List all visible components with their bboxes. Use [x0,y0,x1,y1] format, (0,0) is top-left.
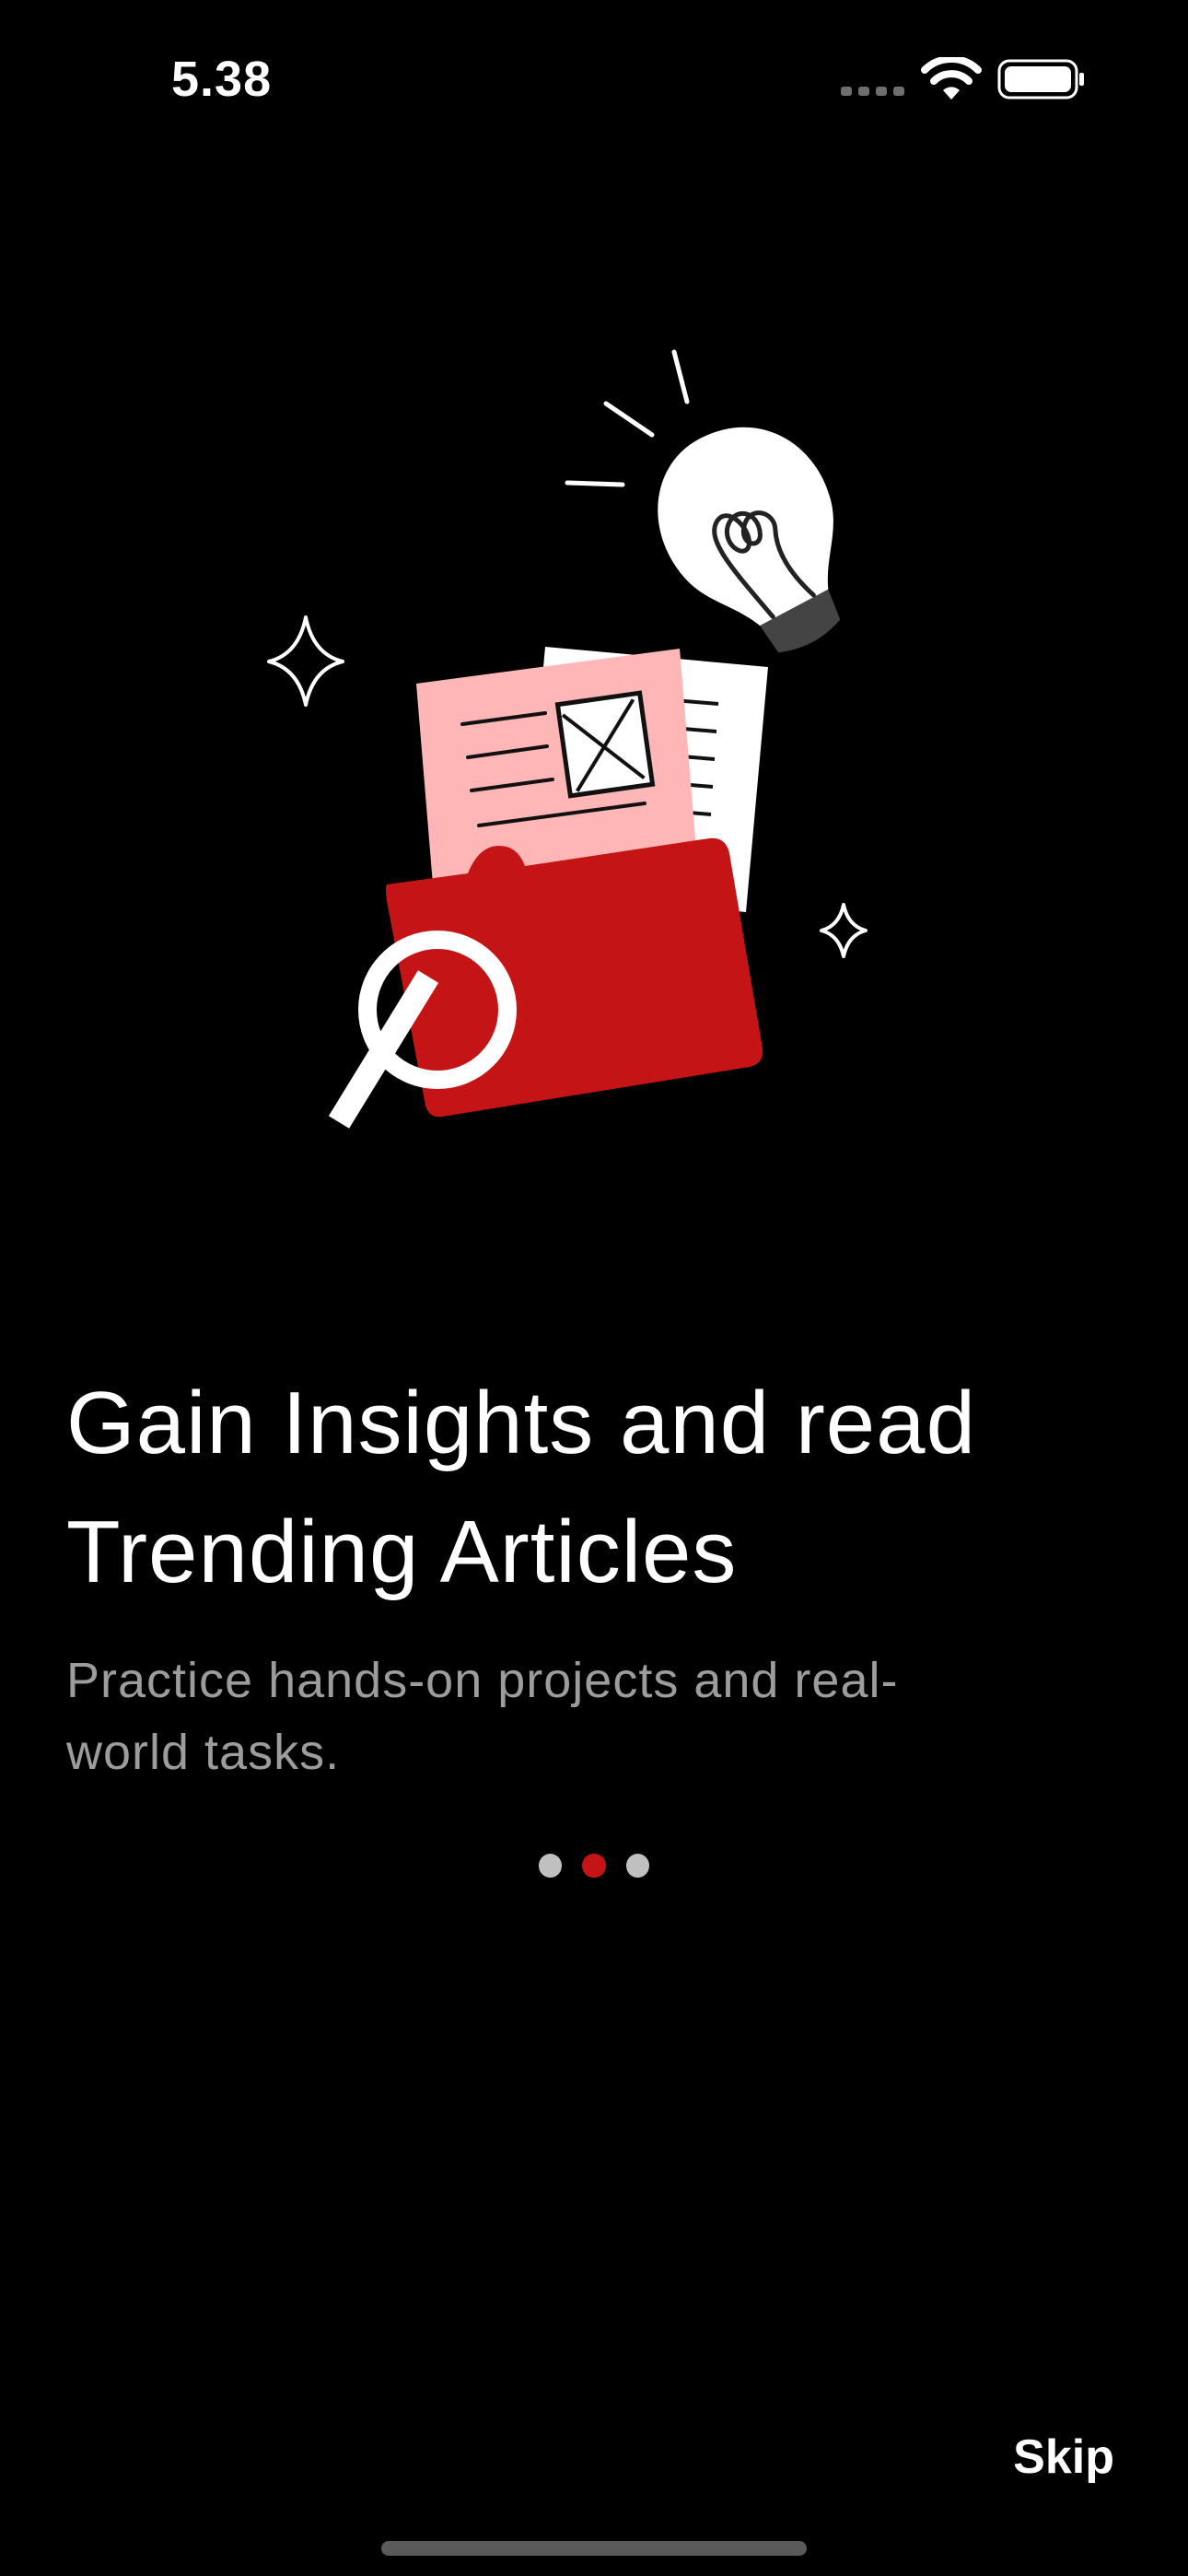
battery-icon [997,59,1084,100]
page-dot-1[interactable] [539,1854,563,1878]
home-indicator[interactable] [381,2541,807,2556]
headline-line-2: Trending Articles [66,1503,738,1601]
sparkle-icon [267,615,344,707]
status-time: 5.38 [171,52,273,107]
status-bar: 5.38 [0,0,1188,166]
subtitle-line-1: Practice hands-on projects and real- [66,1653,899,1708]
lightbulb-icon [658,427,841,653]
subtitle-line-2: world tasks. [66,1725,341,1780]
page-dot-2-active[interactable] [582,1854,606,1878]
onboarding-subtitle: Practice hands-on projects and real- wor… [66,1645,1079,1788]
onboarding-illustration [267,349,868,1129]
headline-line-1: Gain Insights and read [66,1374,976,1472]
page-indicator [539,1854,649,1878]
page-dot-3[interactable] [625,1854,649,1878]
light-ray [671,349,690,404]
wifi-icon [921,57,982,100]
onboarding-headline: Gain Insights and read Trending Articles [66,1359,1135,1617]
light-ray [565,480,625,487]
cellular-signal-icon [841,87,904,96]
light-ray [603,401,655,438]
sparkle-small-icon [820,903,868,958]
skip-button[interactable]: Skip [985,2425,1114,2489]
